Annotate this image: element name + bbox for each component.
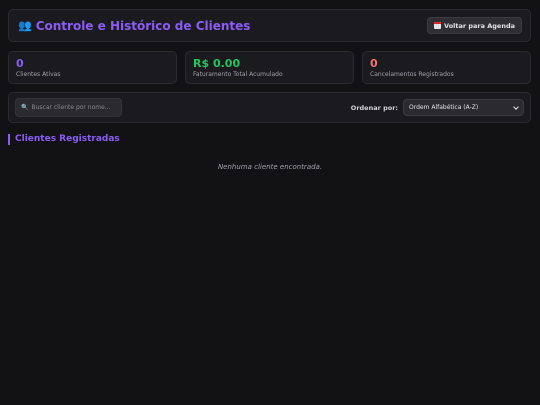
chevron-down-icon: [513, 103, 519, 110]
sort-selected-value: Ordem Alfabética (A-Z): [409, 104, 479, 111]
search-box[interactable]: 🔍: [15, 98, 122, 117]
page-header: 👥 Controle e Histórico de Clientes Volta…: [8, 9, 531, 42]
stat-active-clients: 0 Clientes Ativas: [8, 51, 177, 84]
back-to-agenda-button[interactable]: Voltar para Agenda: [427, 17, 522, 34]
stat-label: Faturamento Total Acumulado: [193, 71, 283, 78]
sort-control: Ordenar por: Ordem Alfabética (A-Z): [351, 99, 524, 116]
search-input[interactable]: [31, 104, 116, 111]
calendar-icon: [434, 22, 442, 29]
sort-label: Ordenar por:: [350, 103, 398, 112]
stat-label: Cancelamentos Registrados: [370, 71, 454, 78]
section-title: Clientes Registradas: [8, 134, 120, 145]
stats-row: 0 Clientes Ativas R$ 0.00 Faturamento To…: [8, 51, 531, 84]
stat-label: Clientes Ativas: [16, 71, 61, 78]
page-title: 👥 Controle e Histórico de Clientes: [18, 19, 250, 33]
stat-value: 0: [16, 57, 24, 70]
filter-toolbar: 🔍 Ordenar por: Ordem Alfabética (A-Z): [8, 92, 531, 123]
search-icon: 🔍: [21, 104, 29, 111]
back-button-label: Voltar para Agenda: [444, 21, 515, 30]
stat-total-revenue: R$ 0.00 Faturamento Total Acumulado: [185, 51, 354, 84]
stat-cancellations: 0 Cancelamentos Registrados: [362, 51, 531, 84]
users-icon: 👥: [18, 19, 32, 32]
sort-select[interactable]: Ordem Alfabética (A-Z): [403, 99, 524, 116]
stat-value: 0: [370, 57, 378, 70]
empty-state-text: Nenhuma cliente encontrada.: [217, 163, 323, 171]
page-title-text: Controle e Histórico de Clientes: [35, 18, 251, 33]
stat-value: R$ 0.00: [193, 57, 241, 70]
